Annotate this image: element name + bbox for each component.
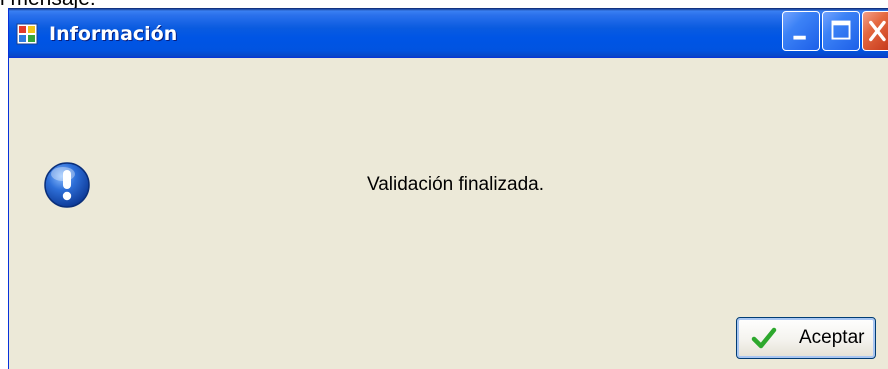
title-bar[interactable]: Información (9, 8, 888, 58)
dialog-body: Validación finalizada. Aceptar (9, 58, 888, 369)
dialog-message: Validación finalizada. (366, 174, 545, 195)
minimize-icon (793, 35, 806, 40)
close-icon (869, 20, 886, 42)
accept-button-label: Aceptar (799, 327, 865, 348)
minimize-button[interactable] (782, 11, 820, 51)
app-window-icon (16, 23, 38, 45)
window-title: Información (49, 23, 178, 45)
dialog-window: Información Validación finalizada. Acept… (8, 8, 888, 369)
checkmark-icon (751, 327, 777, 349)
maximize-button[interactable] (822, 11, 860, 51)
maximize-icon (831, 20, 851, 40)
close-button[interactable] (862, 11, 888, 51)
window-controls (782, 11, 888, 51)
accept-button[interactable]: Aceptar (736, 317, 876, 359)
